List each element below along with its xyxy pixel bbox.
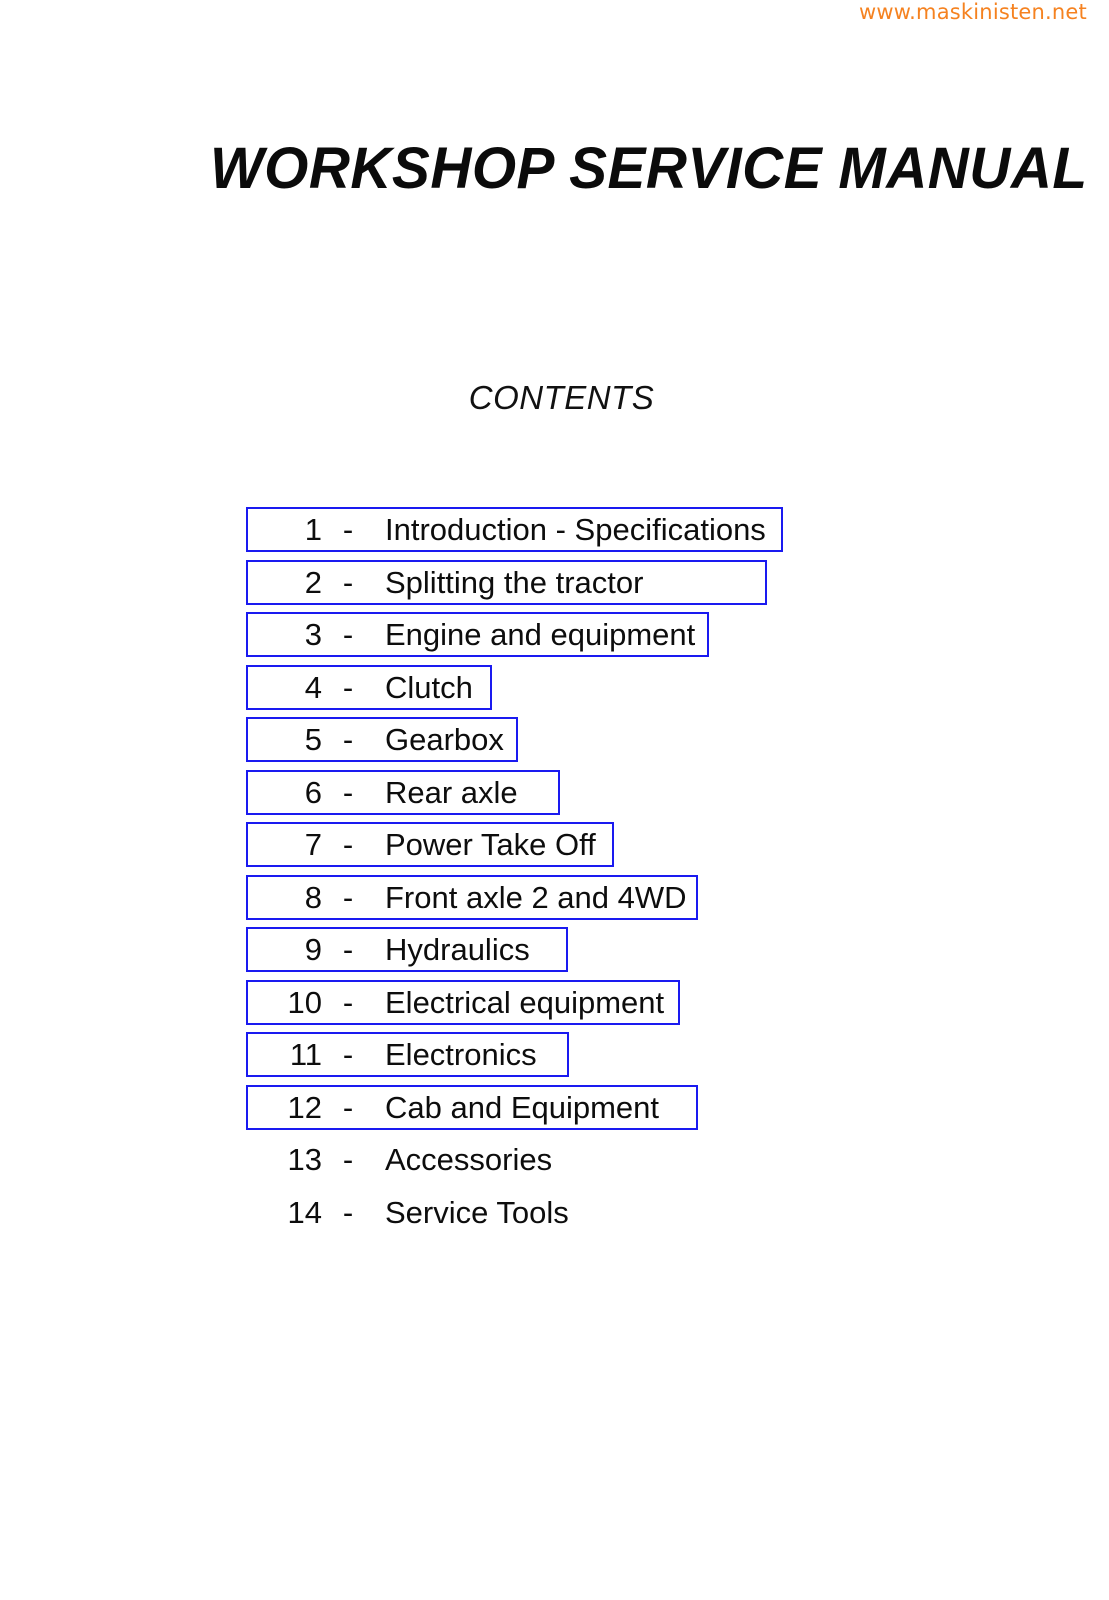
toc-chapter-number: 9 [304, 932, 322, 967]
toc-separator: - [342, 984, 354, 1020]
toc-chapter-label: Clutch [385, 669, 473, 705]
toc-chapter-number: 2 [304, 564, 322, 600]
toc-separator: - [342, 1194, 354, 1230]
toc-chapter-label: Electrical equipment [385, 984, 665, 1020]
contents-heading-label: CONTENTS [468, 379, 655, 416]
toc-row[interactable]: 6- Rear axle [0, 768, 1109, 821]
toc-chapter-label: Engine and equipment [385, 617, 696, 652]
toc-row[interactable]: 7- Power Take Off [0, 820, 1109, 873]
toc-separator: - [342, 879, 354, 915]
toc-row[interactable]: 2- Splitting the tractor [0, 558, 1109, 611]
toc-row[interactable]: 12- Cab and Equipment [0, 1083, 1109, 1136]
toc-chapter-number: 3 [304, 617, 322, 652]
toc-chapter-number: 14 [287, 1194, 322, 1230]
toc-row[interactable]: 4- Clutch [0, 663, 1109, 716]
toc-chapter-number: 1 [304, 512, 322, 547]
toc-row[interactable]: 5- Gearbox [0, 715, 1109, 768]
toc-chapter-number: 4 [304, 669, 322, 705]
toc-row[interactable]: 3- Engine and equipment [0, 610, 1109, 663]
toc-chapter-number: 12 [287, 1089, 322, 1125]
toc-chapter-label: Electronics [385, 1037, 537, 1072]
toc-chapter-number: 8 [304, 879, 322, 915]
toc-separator: - [342, 617, 354, 652]
toc-separator: - [342, 722, 354, 757]
toc-chapter-number: 5 [304, 722, 322, 757]
manual-contents-page: www.maskinisten.net WORKSHOP SERVICE MAN… [0, 0, 1109, 1600]
toc-chapter-number: 10 [287, 984, 322, 1020]
toc-chapter-label: Power Take Off [385, 827, 596, 862]
toc-chapter-label: Cab and Equipment [385, 1089, 660, 1125]
site-watermark: www.maskinisten.net [858, 0, 1087, 24]
toc-chapter-label: Front axle 2 and 4WD [385, 879, 687, 915]
toc-chapter-label: Service Tools [385, 1194, 569, 1230]
toc-row[interactable]: 1- Introduction - Specifications [0, 505, 1109, 558]
toc-separator: - [342, 932, 354, 967]
contents-heading: CONTENTS [0, 378, 1109, 418]
toc-chapter-number: 6 [304, 774, 322, 810]
toc-row[interactable]: 10- Electrical equipment [0, 978, 1109, 1031]
toc-row-outline [246, 1190, 250, 1235]
page-title: WORKSHOP SERVICE MANUAL [210, 136, 1088, 201]
toc-chapter-label: Gearbox [385, 722, 504, 757]
toc-row[interactable]: 9- Hydraulics [0, 925, 1109, 978]
toc-separator: - [342, 1089, 354, 1125]
table-of-contents: 1- Introduction - Specifications 2- Splitti… [0, 505, 1109, 1240]
toc-chapter-number: 7 [304, 827, 322, 862]
toc-row[interactable]: 14- Service Tools [0, 1188, 1109, 1241]
toc-row-outline [246, 1137, 250, 1182]
toc-row[interactable]: 11- Electronics [0, 1030, 1109, 1083]
toc-separator: - [342, 1142, 354, 1177]
toc-separator: - [342, 1037, 354, 1072]
toc-separator: - [342, 669, 354, 705]
toc-separator: - [342, 512, 354, 547]
toc-chapter-number: 13 [287, 1142, 322, 1177]
toc-separator: - [342, 827, 354, 862]
toc-separator: - [342, 774, 354, 810]
toc-row[interactable]: 13- Accessories [0, 1135, 1109, 1188]
toc-chapter-label: Splitting the tractor [385, 564, 644, 600]
toc-separator: - [342, 564, 354, 600]
toc-row[interactable]: 8- Front axle 2 and 4WD [0, 873, 1109, 926]
toc-chapter-number: 11 [289, 1037, 322, 1072]
toc-chapter-label: Hydraulics [385, 932, 530, 967]
toc-chapter-label: Rear axle [385, 774, 518, 810]
toc-chapter-label: Accessories [385, 1142, 553, 1177]
toc-chapter-label: Introduction - Specifications [385, 512, 766, 547]
